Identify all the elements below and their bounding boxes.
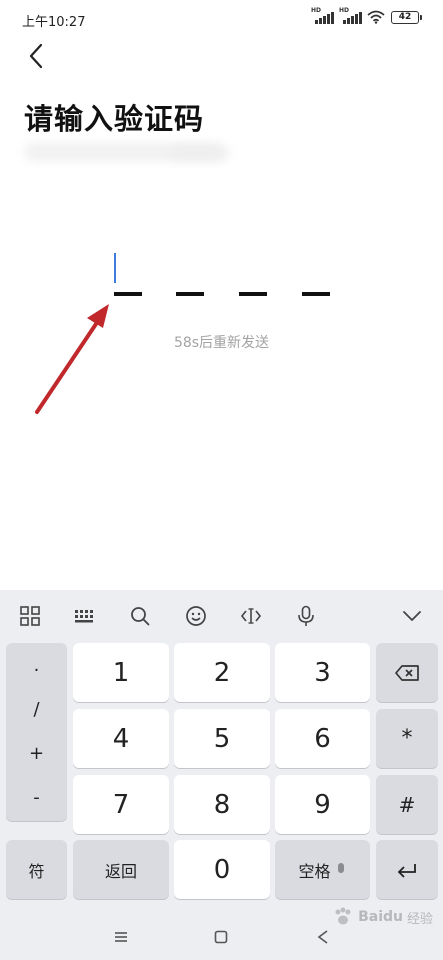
key-symbol[interactable]: + bbox=[6, 731, 67, 775]
key-label: * bbox=[401, 726, 413, 751]
menu-icon[interactable] bbox=[107, 923, 135, 951]
cell-signal-icon: HD bbox=[311, 7, 334, 24]
home-square-icon[interactable] bbox=[207, 923, 235, 951]
return-key[interactable]: 返回 bbox=[73, 840, 169, 899]
key-label: 6 bbox=[314, 723, 331, 754]
enter-key[interactable] bbox=[376, 840, 438, 899]
mic-icon[interactable] bbox=[294, 604, 318, 628]
key-label: 7 bbox=[112, 789, 130, 820]
code-slot bbox=[176, 292, 204, 296]
key-symbol[interactable]: - bbox=[6, 775, 67, 819]
chevron-left-icon bbox=[29, 43, 43, 69]
resend-countdown: 58s后重新发送 bbox=[173, 335, 270, 351]
key-label: 3 bbox=[314, 657, 331, 688]
space-key[interactable]: 空格 bbox=[275, 840, 370, 899]
key-label: # bbox=[398, 792, 416, 817]
key-label: 2 bbox=[213, 657, 231, 688]
wifi-icon bbox=[367, 10, 385, 24]
battery-icon: 42 bbox=[391, 10, 422, 24]
backspace-key[interactable] bbox=[376, 643, 438, 702]
enter-icon bbox=[397, 863, 416, 878]
symbol-column: . / + - bbox=[6, 643, 67, 821]
cursor-move-icon[interactable] bbox=[239, 604, 263, 628]
back-button[interactable] bbox=[18, 38, 54, 74]
emoji-icon[interactable] bbox=[184, 604, 208, 628]
symbols-key[interactable]: 符 bbox=[6, 840, 67, 899]
key-symbol[interactable]: / bbox=[6, 687, 67, 731]
key-3[interactable]: 3 bbox=[275, 643, 370, 702]
numeric-keyboard: . / + - 1 2 3 4 5 6 * 7 8 9 # 符 返回 0 空格 bbox=[0, 590, 443, 960]
key-0[interactable]: 0 bbox=[174, 840, 270, 899]
watermark-brand: Baidu bbox=[358, 909, 403, 925]
key-label: 4 bbox=[112, 723, 130, 754]
baidu-watermark: Baidu 经验 bbox=[332, 906, 433, 928]
key-9[interactable]: 9 bbox=[275, 775, 370, 834]
battery-level: 42 bbox=[398, 11, 412, 22]
key-6[interactable]: 6 bbox=[275, 709, 370, 768]
mic-icon bbox=[337, 862, 344, 873]
key-1[interactable]: 1 bbox=[73, 643, 169, 702]
key-label: 9 bbox=[314, 789, 331, 820]
key-label: 1 bbox=[112, 657, 130, 688]
key-label: 0 bbox=[213, 854, 231, 885]
verification-code-input[interactable] bbox=[112, 250, 332, 300]
keyboard-toolbar bbox=[0, 590, 443, 642]
collapse-chevron-icon[interactable] bbox=[400, 604, 424, 628]
grid-apps-icon[interactable] bbox=[18, 604, 42, 628]
key-2[interactable]: 2 bbox=[174, 643, 270, 702]
page-title: 请输入验证码 bbox=[24, 102, 205, 136]
watermark-cn: 经验 bbox=[406, 911, 433, 927]
key-8[interactable]: 8 bbox=[174, 775, 270, 834]
keyboard-icon[interactable] bbox=[73, 604, 97, 628]
key-label: 空格 bbox=[298, 861, 331, 881]
key-7[interactable]: 7 bbox=[73, 775, 169, 834]
code-slot bbox=[302, 292, 330, 296]
key-4[interactable]: 4 bbox=[73, 709, 169, 768]
key-5[interactable]: 5 bbox=[174, 709, 270, 768]
paw-logo-icon bbox=[335, 907, 351, 925]
code-slot bbox=[114, 292, 142, 296]
key-label: 返回 bbox=[104, 861, 137, 881]
blurred-phone-info bbox=[170, 146, 230, 160]
key-label: 8 bbox=[213, 789, 231, 820]
star-key[interactable]: * bbox=[376, 709, 438, 768]
text-caret bbox=[114, 253, 116, 283]
key-label: 5 bbox=[213, 723, 231, 754]
key-label: 符 bbox=[28, 861, 45, 881]
cell-signal-icon: HD bbox=[339, 7, 362, 24]
key-symbol[interactable]: . bbox=[6, 643, 67, 687]
backspace-icon bbox=[395, 664, 419, 681]
status-bar: 上午10:27 HD HD 42 bbox=[0, 0, 443, 36]
code-slot bbox=[239, 292, 267, 296]
status-time: 上午10:27 bbox=[22, 15, 86, 30]
search-icon[interactable] bbox=[128, 604, 152, 628]
hash-key[interactable]: # bbox=[376, 775, 438, 834]
status-icons: HD HD 42 bbox=[311, 7, 422, 24]
